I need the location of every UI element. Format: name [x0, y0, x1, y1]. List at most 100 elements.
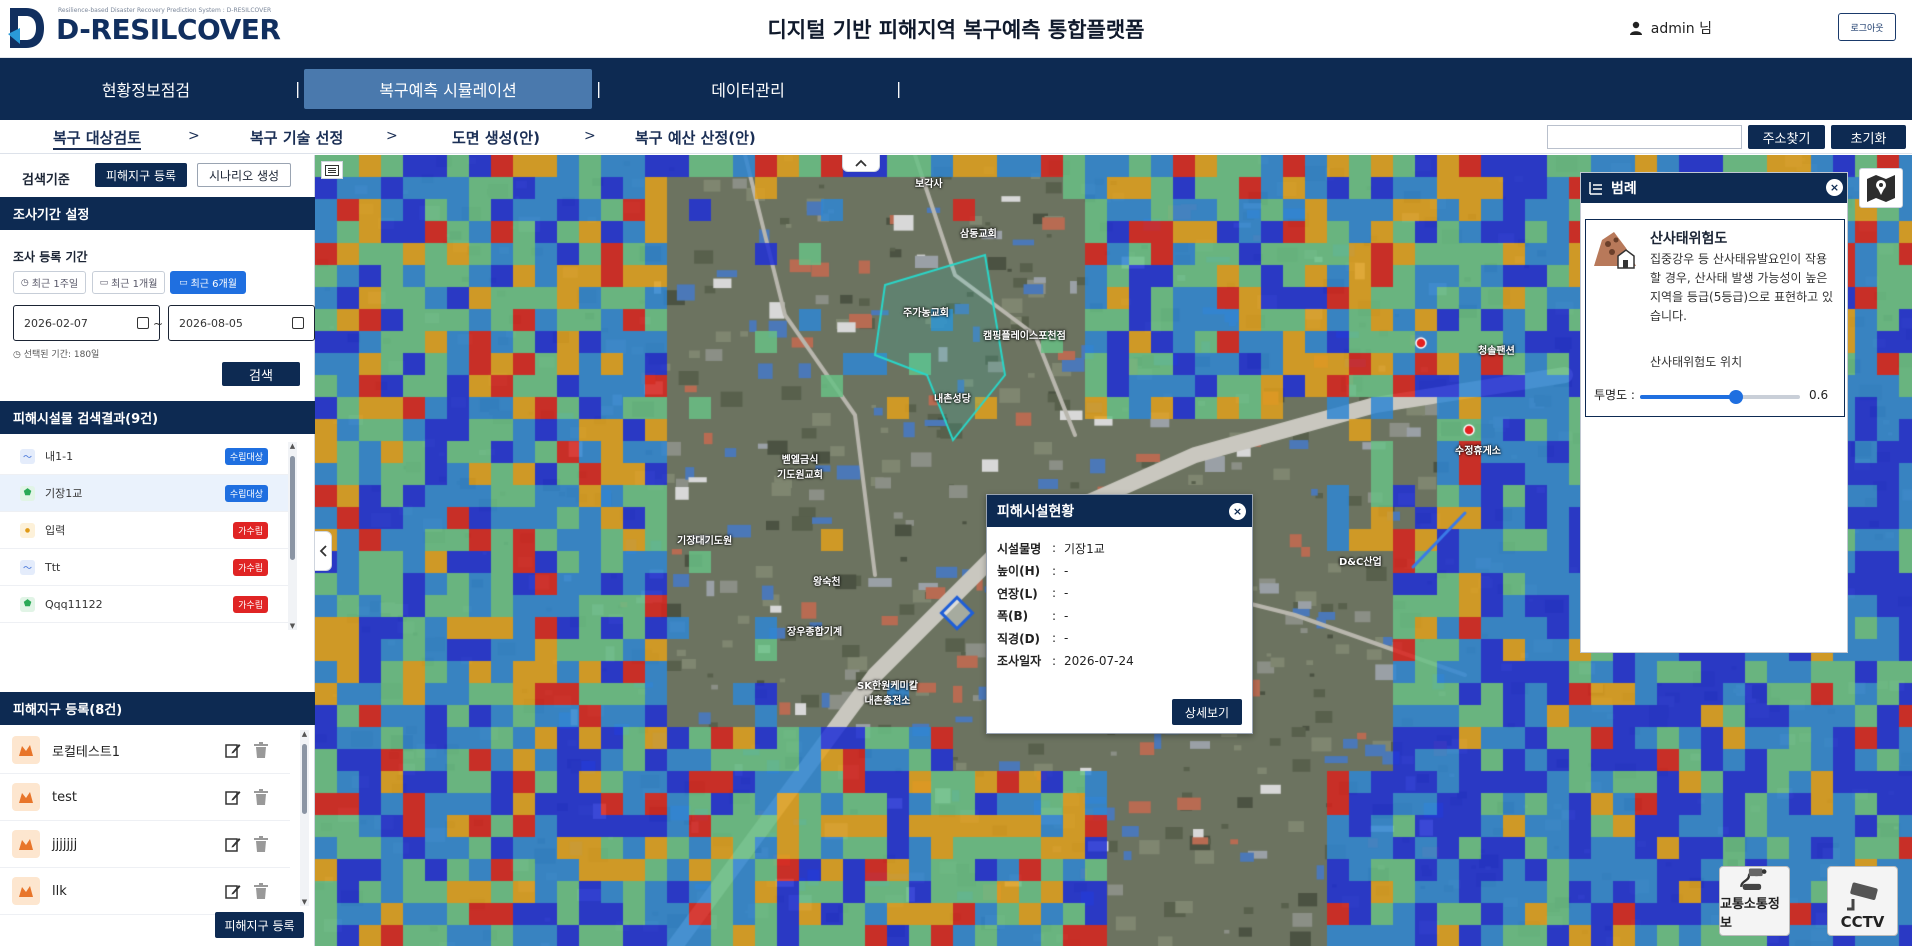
districts-scrollbar[interactable]: ▲ ▼ [300, 730, 309, 906]
tab-data-management[interactable]: 데이터관리 [604, 69, 892, 109]
district-name: 로컬테스트1 [52, 744, 121, 760]
scroll-thumb[interactable] [290, 456, 295, 560]
popup-field-value: 2026-07-24 [1064, 653, 1134, 668]
legend-panel: 범례 × 산사태위험도 집중강우 등 산사태유발요인이 작용할 경우, 산사태 … [1580, 172, 1848, 653]
criteria-district-button[interactable]: 피해지구 등록 [95, 163, 187, 187]
collapse-left-icon[interactable] [315, 531, 332, 571]
period-note-text: 선택된 기간: 180일 [23, 350, 100, 360]
register-district-button[interactable]: 피해지구 등록 [215, 912, 304, 938]
calendar-icon[interactable] [292, 317, 304, 329]
step-arrow: > [386, 128, 398, 144]
delete-icon[interactable] [252, 882, 270, 900]
facility-list-item[interactable]: ●베이스캠프111가수립 [0, 623, 290, 633]
district-icon [12, 830, 40, 858]
results-section-header: 피해시설물 검색결과(9건) [0, 401, 315, 434]
calendar-icon[interactable] [137, 317, 149, 329]
date-from-field[interactable]: 2026-02-07 [13, 305, 160, 341]
date-to-field[interactable]: 2026-08-05 [168, 305, 315, 341]
scroll-up-icon[interactable]: ▲ [300, 730, 309, 738]
collapse-up-icon[interactable] [842, 155, 880, 172]
delete-icon[interactable] [252, 788, 270, 806]
scroll-up-icon[interactable]: ▲ [288, 442, 297, 450]
facility-list-item[interactable]: ⬟ Qqq11122 가수립 [0, 586, 290, 623]
edit-icon[interactable] [224, 741, 242, 759]
opacity-slider-handle[interactable] [1729, 390, 1743, 404]
scroll-down-icon[interactable]: ▼ [300, 898, 309, 906]
popup-field-colon: : [1052, 563, 1057, 578]
popup-field-colon: : [1052, 631, 1057, 646]
edit-icon[interactable] [224, 835, 242, 853]
facility-list-item[interactable]: ● 입력 가수립 [0, 512, 290, 549]
facility-list-item[interactable]: 〜 내1-1 수립대상 [0, 438, 290, 475]
cctv-label: CCTV [1840, 913, 1885, 931]
reset-button[interactable]: 초기화 [1831, 125, 1906, 149]
step-tech-selection[interactable]: 복구 기술 선정 [250, 127, 343, 148]
user-info: admin 님 [1629, 18, 1712, 38]
criteria-scenario-button[interactable]: 시나리오 생성 [197, 163, 291, 187]
map-layer-toggle-icon[interactable] [1859, 168, 1903, 208]
layer-list-icon[interactable] [321, 161, 343, 179]
results-scrollbar[interactable]: ▲ ▼ [288, 442, 297, 630]
map-label: 캠핑플레이스포천점 [983, 331, 1066, 342]
delete-icon[interactable] [252, 835, 270, 853]
district-actions [224, 741, 270, 759]
district-list-item[interactable]: jjjjjjj [0, 821, 290, 868]
scroll-thumb[interactable] [302, 744, 307, 814]
facility-name: Qqq11122 [45, 597, 103, 611]
step-recovery-review[interactable]: 복구 대상검토 [53, 127, 142, 150]
step-bar: 복구 대상검토 > 복구 기술 선정 > 도면 생성(안) > 복구 예산 산정… [0, 120, 1912, 154]
period-subhead: 조사 등록 기간 [13, 250, 88, 264]
address-search-button[interactable]: 주소찾기 [1748, 125, 1825, 149]
search-button[interactable]: 검색 [222, 362, 300, 386]
legend-layer-title: 산사태위험도 [1650, 231, 1728, 247]
district-list-item[interactable]: test [0, 774, 290, 821]
district-actions [224, 835, 270, 853]
step-drawing[interactable]: 도면 생성(안) [452, 127, 540, 148]
user-icon [1629, 21, 1642, 35]
districts-section-header: 피해지구 등록(8건) [0, 692, 315, 725]
period-1month-label: 최근 1개월 [111, 279, 158, 290]
period-1week-button[interactable]: ◷ 최근 1주일 [13, 271, 86, 294]
step-arrow: > [584, 128, 596, 144]
facility-list-item[interactable]: 〜 Ttt 가수립 [0, 549, 290, 586]
period-1month-button[interactable]: ▭ 최근 1개월 [92, 271, 165, 294]
map-label: 내촌성당 [934, 394, 971, 405]
status-badge: 가수립 [233, 522, 268, 539]
cctv-button[interactable]: CCTV [1827, 866, 1898, 936]
scroll-down-icon[interactable]: ▼ [288, 622, 297, 630]
popup-field-colon: : [1052, 586, 1057, 601]
date-separator: ~ [153, 317, 164, 331]
district-list-item[interactable]: 로컬테스트1 [0, 727, 290, 774]
opacity-control: 투명도 : 0.6 [1594, 386, 1834, 406]
legend-position-label: 산사태위험도 위치 [1650, 355, 1743, 369]
step-arrow: > [188, 128, 200, 144]
delete-icon[interactable] [252, 741, 270, 759]
detail-view-button[interactable]: 상세보기 [1172, 699, 1242, 725]
page-title: 디지털 기반 피해지역 복구예측 통합플랫폼 [767, 18, 1145, 42]
district-list-item[interactable]: llk [0, 868, 290, 915]
map-label: D&C산업 [1339, 557, 1382, 568]
calendar-icon: ▭ [99, 277, 109, 288]
period-6month-button[interactable]: ▭ 최근 6개월 [170, 271, 246, 294]
clock-icon: ◷ [20, 277, 29, 288]
edit-icon[interactable] [224, 882, 242, 900]
opacity-label: 투명도 : [1594, 388, 1635, 402]
status-badge: 수립대상 [224, 485, 268, 502]
popup-field-row: 폭(B): - [997, 605, 1242, 628]
logo-icon [8, 8, 44, 48]
facility-list-item[interactable]: ⬟ 기장1교 수립대상 [0, 475, 290, 512]
step-budget[interactable]: 복구 예산 산정(안) [635, 127, 756, 148]
address-input[interactable] [1547, 125, 1742, 149]
tab-status-check[interactable]: 현황정보점검 [2, 69, 290, 109]
tab-recovery-simulation[interactable]: 복구예측 시뮬레이션 [304, 69, 592, 109]
logout-button[interactable]: 로그아웃 [1838, 13, 1896, 41]
opacity-slider[interactable] [1640, 390, 1800, 404]
facility-name: 기장1교 [45, 487, 83, 500]
traffic-info-button[interactable]: 교통소통정보 [1719, 866, 1790, 936]
edit-icon[interactable] [224, 788, 242, 806]
popup-field-value: 기장1교 [1064, 541, 1105, 556]
popup-field-row: 조사일자:2026-07-24 [997, 650, 1242, 673]
close-icon[interactable]: × [1229, 503, 1246, 520]
app-header: Resilience-based Disaster Recovery Predi… [0, 0, 1912, 58]
close-icon[interactable]: × [1826, 179, 1843, 196]
